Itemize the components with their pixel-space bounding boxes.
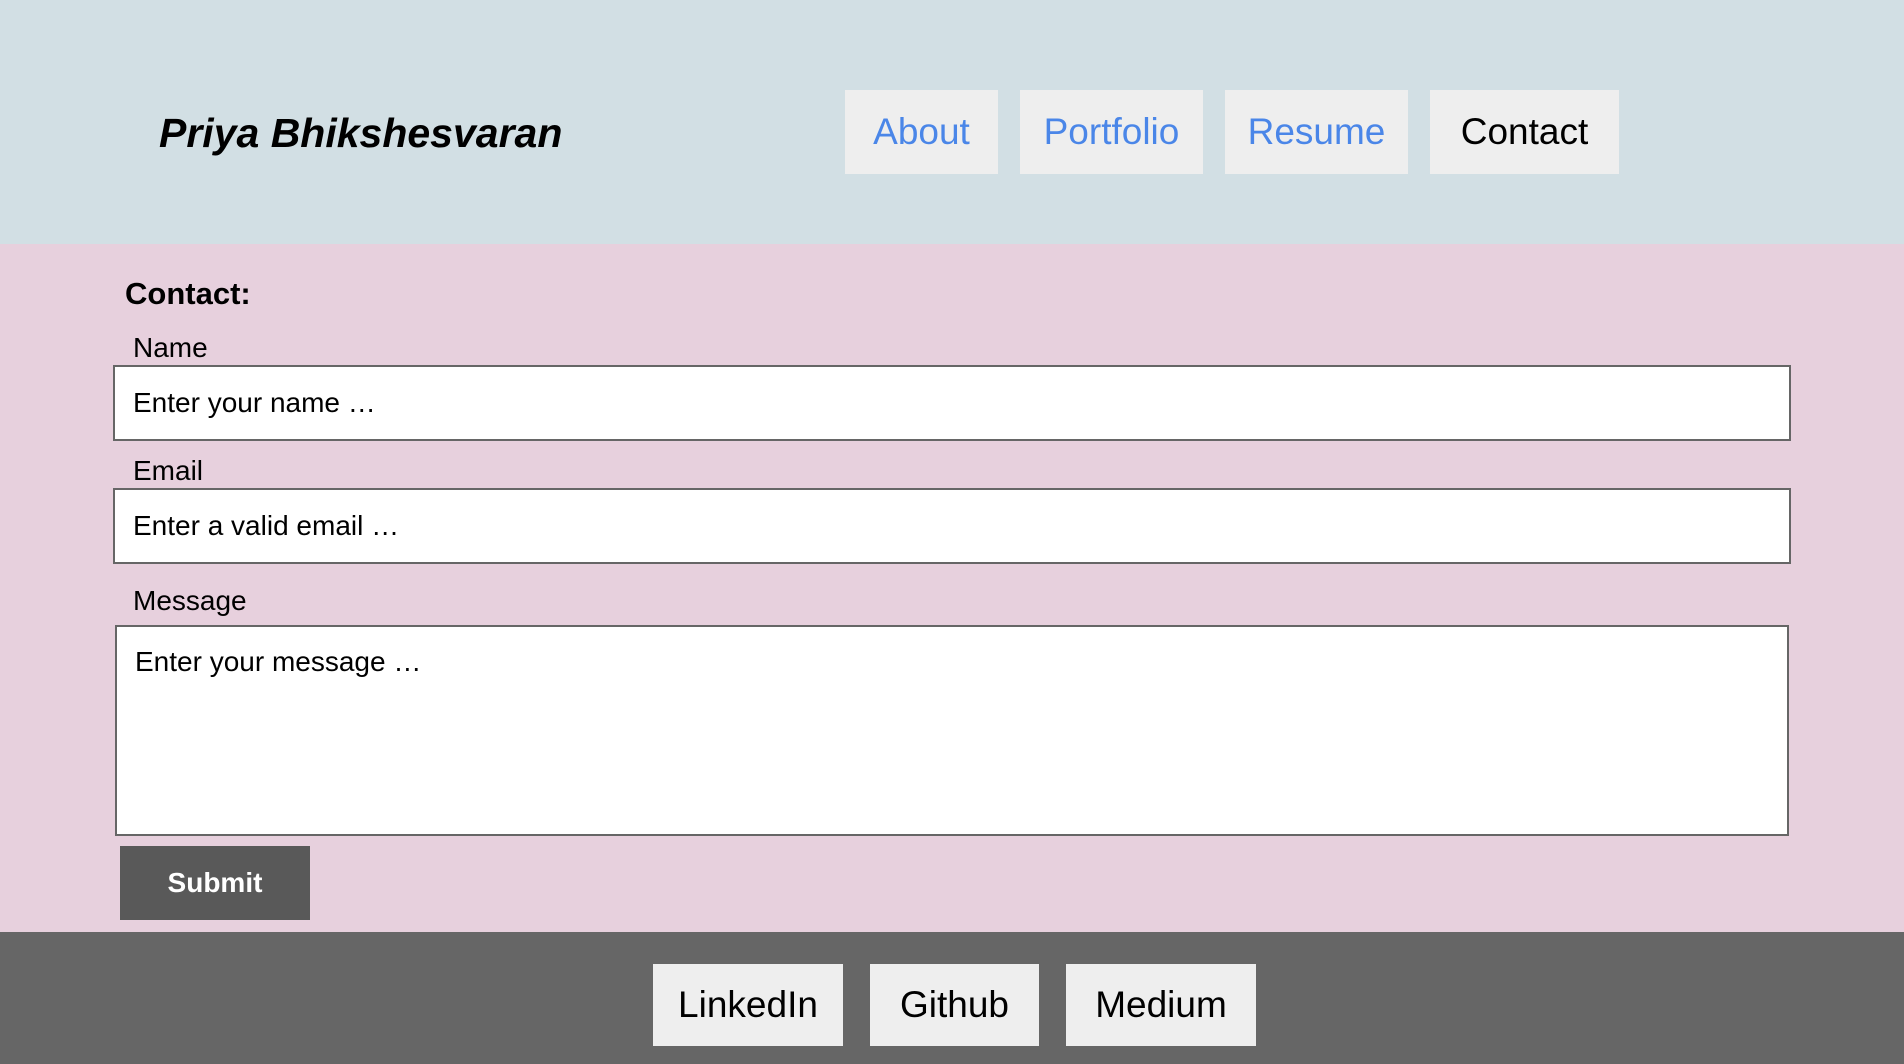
- site-title: Priya Bhikshesvaran: [159, 110, 563, 156]
- nav-resume-button[interactable]: Resume: [1225, 90, 1408, 174]
- nav-contact-button[interactable]: Contact: [1430, 90, 1619, 174]
- github-link[interactable]: Github: [870, 964, 1039, 1046]
- medium-link[interactable]: Medium: [1066, 964, 1256, 1046]
- name-input[interactable]: [113, 365, 1791, 441]
- name-label: Name: [133, 332, 208, 363]
- site-header: Priya Bhikshesvaran About Portfolio Resu…: [0, 0, 1904, 244]
- message-label: Message: [133, 585, 247, 616]
- message-textarea[interactable]: [115, 625, 1789, 836]
- nav-about-button[interactable]: About: [845, 90, 998, 174]
- nav-portfolio-button[interactable]: Portfolio: [1020, 90, 1203, 174]
- site-footer: LinkedIn Github Medium: [0, 932, 1904, 1064]
- linkedin-link[interactable]: LinkedIn: [653, 964, 843, 1046]
- submit-button[interactable]: Submit: [120, 846, 310, 920]
- email-label: Email: [133, 455, 204, 486]
- contact-heading: Contact:: [125, 276, 251, 311]
- contact-section: Contact: Name Email Message Submit: [0, 244, 1904, 932]
- email-input[interactable]: [113, 488, 1791, 564]
